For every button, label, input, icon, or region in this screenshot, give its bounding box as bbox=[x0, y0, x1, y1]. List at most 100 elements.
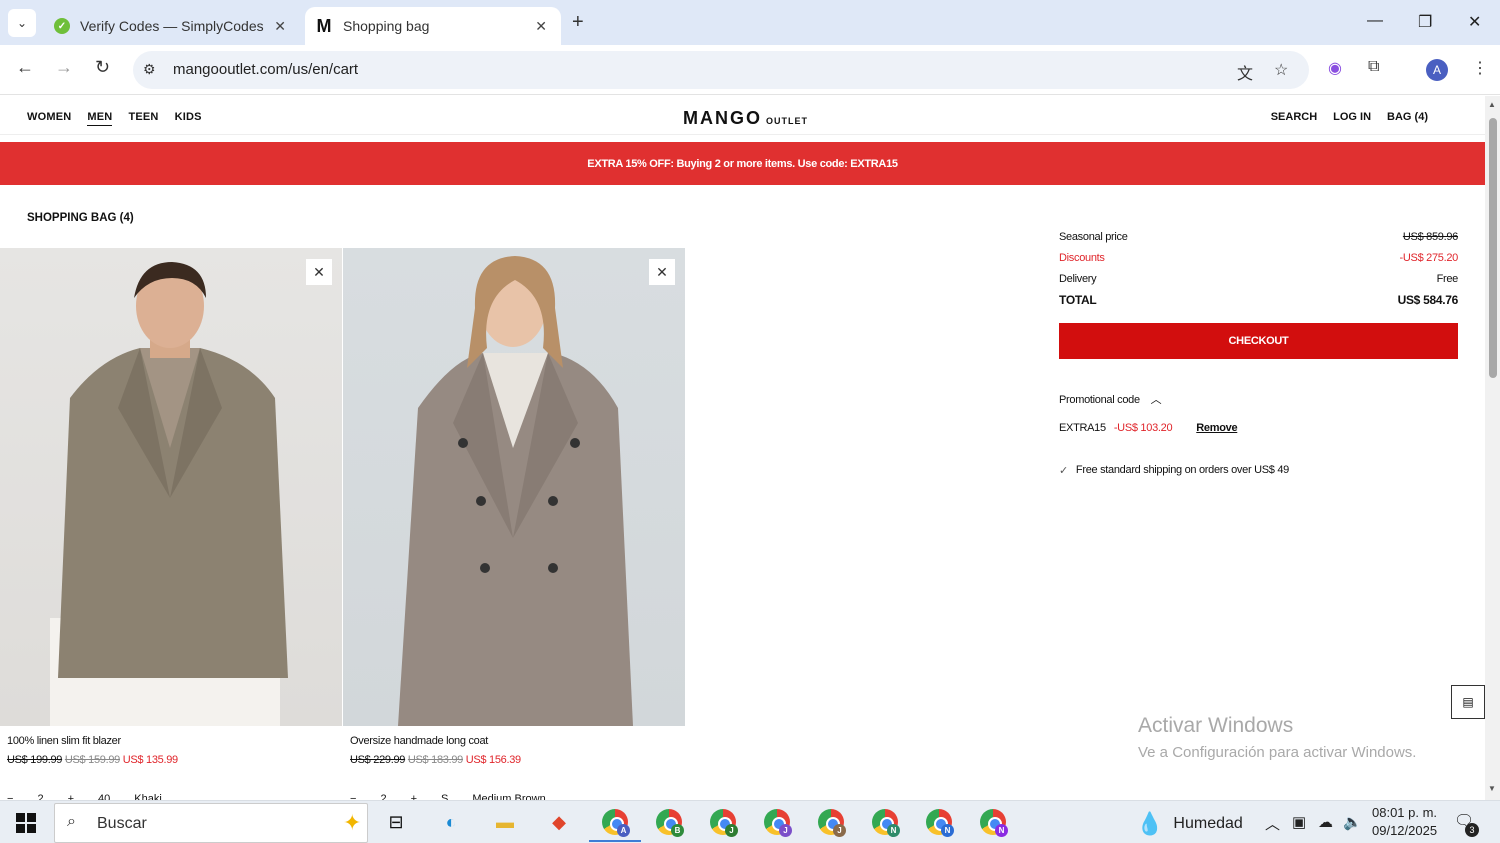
size-value[interactable]: 40 bbox=[98, 793, 110, 800]
tab-simplycodes[interactable]: ✓ Verify Codes — SimplyCodes ✕ bbox=[44, 7, 300, 45]
site-info-icon[interactable]: ⚙ bbox=[143, 61, 156, 78]
tab-search-chevron-icon[interactable]: ⌄ bbox=[8, 9, 36, 37]
weather-widget[interactable]: 💧 Humedad bbox=[1136, 811, 1243, 837]
site-category-nav: WOMEN MEN TEEN KIDS bbox=[27, 111, 202, 126]
chrome-profile-icon[interactable]: N bbox=[869, 806, 901, 838]
file-explorer-icon[interactable]: ▬ bbox=[489, 806, 521, 838]
item-options-row: − 2 + S Medium Brown bbox=[350, 793, 546, 800]
profile-badge: J bbox=[779, 824, 792, 837]
chrome-profile-icon[interactable]: J bbox=[815, 806, 847, 838]
close-window-icon[interactable]: ✕ bbox=[1468, 12, 1481, 32]
price-previous: US$ 183.99 bbox=[407, 754, 463, 766]
onedrive-icon[interactable]: ☁ bbox=[1318, 813, 1333, 831]
qty-plus-icon[interactable]: + bbox=[411, 793, 417, 800]
price-final: US$ 135.99 bbox=[122, 754, 178, 766]
chrome-profile-icon[interactable]: N bbox=[977, 806, 1009, 838]
windows-start-icon[interactable] bbox=[16, 813, 36, 833]
page-content: WOMEN MEN TEEN KIDS MANGO OUTLET SEARCH L… bbox=[0, 96, 1485, 800]
total-value: US$ 584.76 bbox=[1397, 292, 1459, 307]
color-value[interactable]: Medium Brown bbox=[472, 793, 545, 800]
page-scrollbar[interactable]: ▲ ▼ bbox=[1485, 96, 1500, 800]
menu-kebab-icon[interactable]: ⋮ bbox=[1472, 58, 1488, 78]
app-icon[interactable]: ◆ bbox=[543, 806, 575, 838]
qty-minus-icon[interactable]: − bbox=[350, 793, 356, 800]
size-value[interactable]: S bbox=[441, 793, 448, 800]
profile-badge: N bbox=[995, 824, 1008, 837]
total-label: TOTAL bbox=[1059, 292, 1097, 307]
tray-chevron-icon[interactable]: ︿ bbox=[1265, 813, 1280, 834]
bag-link[interactable]: BAG (4) bbox=[1387, 111, 1428, 123]
remove-item-close-icon[interactable]: ✕ bbox=[649, 259, 675, 285]
promo-code-toggle[interactable]: Promotional code ︿ bbox=[1059, 391, 1458, 407]
nav-kids[interactable]: KIDS bbox=[175, 111, 202, 126]
chrome-icon: B bbox=[656, 809, 684, 837]
nav-teen[interactable]: TEEN bbox=[128, 111, 158, 126]
extension-icon[interactable]: ◉ bbox=[1328, 58, 1342, 78]
chrome-profile-icon[interactable]: N bbox=[923, 806, 955, 838]
back-icon[interactable]: ← bbox=[16, 57, 34, 78]
tab-strip: ⌄ ✓ Verify Codes — SimplyCodes ✕ M Shopp… bbox=[0, 0, 1500, 45]
simplycodes-favicon-icon: ✓ bbox=[54, 18, 70, 34]
chrome-profile-icon[interactable]: J bbox=[707, 806, 739, 838]
tab-close-icon[interactable]: ✕ bbox=[274, 18, 286, 35]
water-drop-icon: 💧 bbox=[1136, 811, 1164, 836]
taskbar-search[interactable]: ⌕ Buscar ✦ bbox=[54, 803, 368, 843]
nav-men[interactable]: MEN bbox=[87, 111, 113, 126]
url-text[interactable]: mangooutlet.com/us/en/cart bbox=[173, 61, 358, 78]
chat-icon[interactable]: ▤ bbox=[1451, 685, 1485, 719]
scroll-up-icon[interactable]: ▲ bbox=[1488, 100, 1496, 109]
promo-banner: EXTRA 15% OFF: Buying 2 or more items. U… bbox=[0, 142, 1485, 185]
browser-toolbar: ← → ↻ ⚙ mangooutlet.com/us/en/cart 文 ☆ ◉… bbox=[0, 45, 1500, 95]
promo-code: EXTRA15 bbox=[1059, 422, 1106, 434]
qty-plus-icon[interactable]: + bbox=[68, 793, 74, 800]
remove-promo-link[interactable]: Remove bbox=[1196, 422, 1237, 434]
price-original: US$ 199.99 bbox=[7, 754, 63, 766]
product-image[interactable]: ✕ bbox=[0, 248, 342, 726]
edge-icon[interactable]: ◐ bbox=[435, 806, 467, 838]
nav-women[interactable]: WOMEN bbox=[27, 111, 71, 126]
remove-item-close-icon[interactable]: ✕ bbox=[306, 259, 332, 285]
scroll-down-icon[interactable]: ▼ bbox=[1488, 784, 1496, 793]
chrome-profile-icon[interactable]: J bbox=[761, 806, 793, 838]
restore-icon[interactable]: ❐ bbox=[1418, 12, 1432, 32]
reload-icon[interactable]: ↻ bbox=[95, 57, 110, 78]
qty-value: 2 bbox=[380, 793, 387, 800]
summary-row-discounts: Discounts -US$ 275.20 bbox=[1059, 247, 1458, 268]
profile-badge: B bbox=[671, 824, 684, 837]
volume-icon[interactable]: 🔈 bbox=[1343, 813, 1362, 831]
scroll-thumb[interactable] bbox=[1489, 118, 1497, 378]
new-tab-button[interactable]: + bbox=[572, 11, 584, 34]
product-image[interactable]: ✕ bbox=[343, 248, 685, 726]
extensions-puzzle-icon[interactable]: ⧉ bbox=[1368, 58, 1379, 76]
shipping-text: Free standard shipping on orders over US… bbox=[1075, 464, 1289, 476]
device-icon[interactable]: ▣ bbox=[1292, 813, 1306, 831]
address-bar[interactable]: ⚙ mangooutlet.com/us/en/cart 文 ☆ bbox=[133, 51, 1309, 89]
minimize-icon[interactable]: — bbox=[1367, 12, 1383, 30]
product-name[interactable]: 100% linen slim fit blazer bbox=[7, 735, 121, 747]
order-summary: Seasonal price US$ 859.96 Discounts -US$… bbox=[1059, 226, 1458, 477]
chrome-profile-icon[interactable]: A bbox=[589, 806, 641, 842]
qty-minus-icon[interactable]: − bbox=[7, 793, 13, 800]
clock[interactable]: 08:01 p. m. 09/12/2025 bbox=[1372, 804, 1437, 840]
translate-icon[interactable]: 文 bbox=[1237, 60, 1253, 84]
tab-title: Shopping bag bbox=[343, 18, 430, 34]
seasonal-label: Seasonal price bbox=[1059, 230, 1128, 243]
bookmark-star-icon[interactable]: ☆ bbox=[1274, 60, 1288, 80]
weather-text: Humedad bbox=[1173, 815, 1243, 832]
forward-icon[interactable]: → bbox=[55, 57, 73, 78]
product-name[interactable]: Oversize handmade long coat bbox=[350, 735, 488, 747]
chrome-icon: J bbox=[818, 809, 846, 837]
profile-badge: J bbox=[725, 824, 738, 837]
product-prices: US$ 199.99 US$ 159.99 US$ 135.99 bbox=[7, 754, 178, 766]
tab-shopping-bag[interactable]: M Shopping bag ✕ bbox=[305, 7, 561, 45]
product-prices: US$ 229.99 US$ 183.99 US$ 156.39 bbox=[350, 754, 521, 766]
tab-close-icon[interactable]: ✕ bbox=[535, 18, 547, 35]
chrome-profile-icon[interactable]: B bbox=[653, 806, 685, 838]
login-link[interactable]: LOG IN bbox=[1333, 111, 1371, 123]
checkout-button[interactable]: CHECKOUT bbox=[1059, 323, 1458, 359]
mango-logo[interactable]: MANGO OUTLET bbox=[683, 108, 808, 129]
task-view-icon[interactable]: ⊟ bbox=[380, 806, 412, 838]
search-link[interactable]: SEARCH bbox=[1271, 111, 1317, 123]
color-value[interactable]: Khaki bbox=[134, 793, 162, 800]
profile-avatar[interactable]: A bbox=[1426, 59, 1448, 81]
